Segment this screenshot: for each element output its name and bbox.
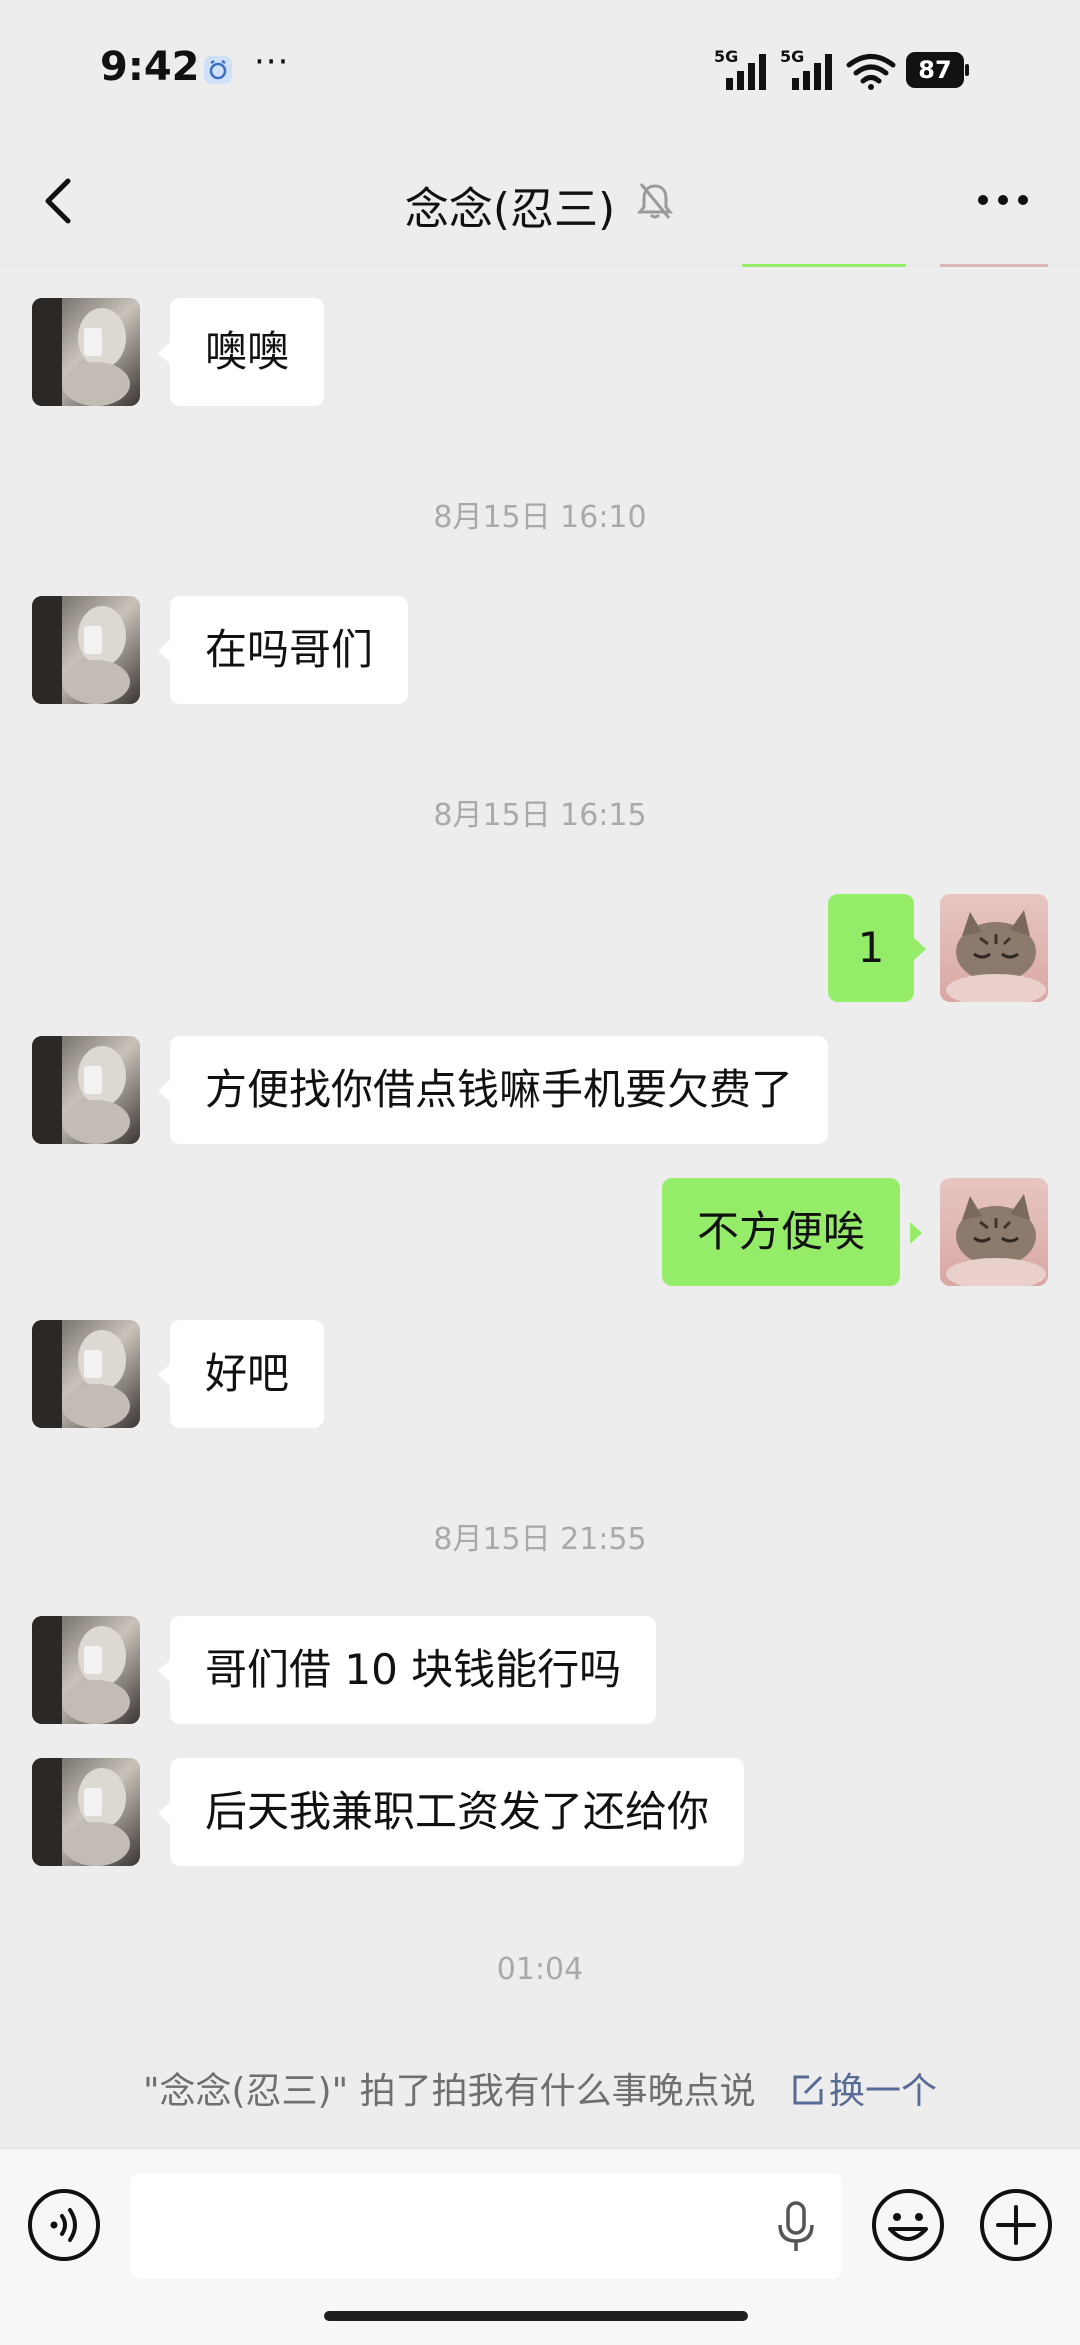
mic-icon[interactable] bbox=[774, 2201, 818, 2253]
message-bubble-sent[interactable]: 不方便唉 bbox=[662, 1178, 901, 1286]
chat-header: 念念(忍三) bbox=[0, 135, 1080, 266]
status-bar: 9:42 ··· 5G 5G 87 bbox=[0, 0, 1080, 135]
message-bubble-received[interactable]: 好吧 bbox=[170, 1320, 325, 1428]
bubble-tail bbox=[158, 640, 170, 662]
message-timestamp: 01:04 bbox=[496, 1952, 584, 1987]
bell-off-icon bbox=[636, 183, 674, 219]
emoji-icon[interactable] bbox=[870, 2187, 946, 2263]
bubble-tail bbox=[914, 938, 926, 960]
signal-icon: 5G bbox=[780, 48, 832, 90]
bubble-tail bbox=[158, 1660, 170, 1682]
pat-change-label: 换一个 bbox=[829, 2071, 938, 2112]
previous-avatar-edge bbox=[940, 264, 1048, 267]
contact-avatar[interactable] bbox=[32, 298, 140, 406]
message-timestamp: 8月15日 16:10 bbox=[433, 500, 647, 535]
contact-avatar[interactable] bbox=[32, 1758, 140, 1866]
contact-avatar[interactable] bbox=[32, 1036, 140, 1144]
contact-avatar[interactable] bbox=[32, 596, 140, 704]
previous-bubble-edge bbox=[742, 264, 906, 267]
chat-screen: 9:42 ··· 5G 5G 87 念念(忍三) 噢噢 8月15日 16:10 … bbox=[0, 0, 1080, 2345]
message-bubble-sent[interactable]: 1 bbox=[828, 894, 914, 1002]
chat-title[interactable]: 念念(忍三) bbox=[0, 173, 1020, 237]
pat-text: "念念(忍三)" 拍了拍我有什么事晚点说 bbox=[142, 2071, 756, 2112]
message-bubble-received[interactable]: 噢噢 bbox=[170, 298, 325, 406]
voice-icon[interactable] bbox=[26, 2187, 102, 2263]
bubble-tail bbox=[158, 1080, 170, 1102]
message-bubble-received[interactable]: 方便找你借点钱嘛手机要欠费了 bbox=[170, 1036, 829, 1144]
message-bubble-received[interactable]: 后天我兼职工资发了还给你 bbox=[170, 1758, 745, 1866]
signal-icon: 5G bbox=[714, 48, 766, 90]
pat-change-link[interactable]: 换一个 bbox=[767, 2071, 937, 2112]
message-timestamp: 8月15日 16:15 bbox=[433, 798, 647, 833]
alarm-icon bbox=[204, 56, 232, 84]
battery-level: 87 bbox=[918, 56, 952, 84]
wifi-icon bbox=[846, 54, 896, 90]
message-bubble-received[interactable]: 哥们借 10 块钱能行吗 bbox=[170, 1616, 657, 1724]
status-time: 9:42 bbox=[100, 44, 200, 90]
bubble-tail bbox=[910, 1222, 922, 1244]
contact-avatar[interactable] bbox=[32, 1616, 140, 1724]
bubble-tail bbox=[158, 1802, 170, 1824]
svg-text:5G: 5G bbox=[714, 48, 738, 66]
message-bubble-received[interactable]: 在吗哥们 bbox=[170, 596, 409, 704]
pat-notice: "念念(忍三)" 拍了拍我有什么事晚点说 换一个 bbox=[0, 2062, 1080, 2114]
my-avatar[interactable] bbox=[940, 1178, 1048, 1286]
contact-avatar[interactable] bbox=[32, 1320, 140, 1428]
bubble-tail bbox=[158, 342, 170, 364]
message-timestamp: 8月15日 21:55 bbox=[433, 1522, 647, 1557]
bubble-tail bbox=[158, 1364, 170, 1386]
svg-text:5G: 5G bbox=[780, 48, 804, 66]
status-more-dots: ··· bbox=[254, 42, 290, 82]
message-input[interactable] bbox=[130, 2173, 842, 2279]
more-dots-icon[interactable] bbox=[976, 193, 1030, 207]
edit-icon bbox=[793, 2075, 823, 2105]
my-avatar[interactable] bbox=[940, 894, 1048, 1002]
plus-icon[interactable] bbox=[978, 2187, 1054, 2263]
home-indicator bbox=[324, 2311, 748, 2321]
